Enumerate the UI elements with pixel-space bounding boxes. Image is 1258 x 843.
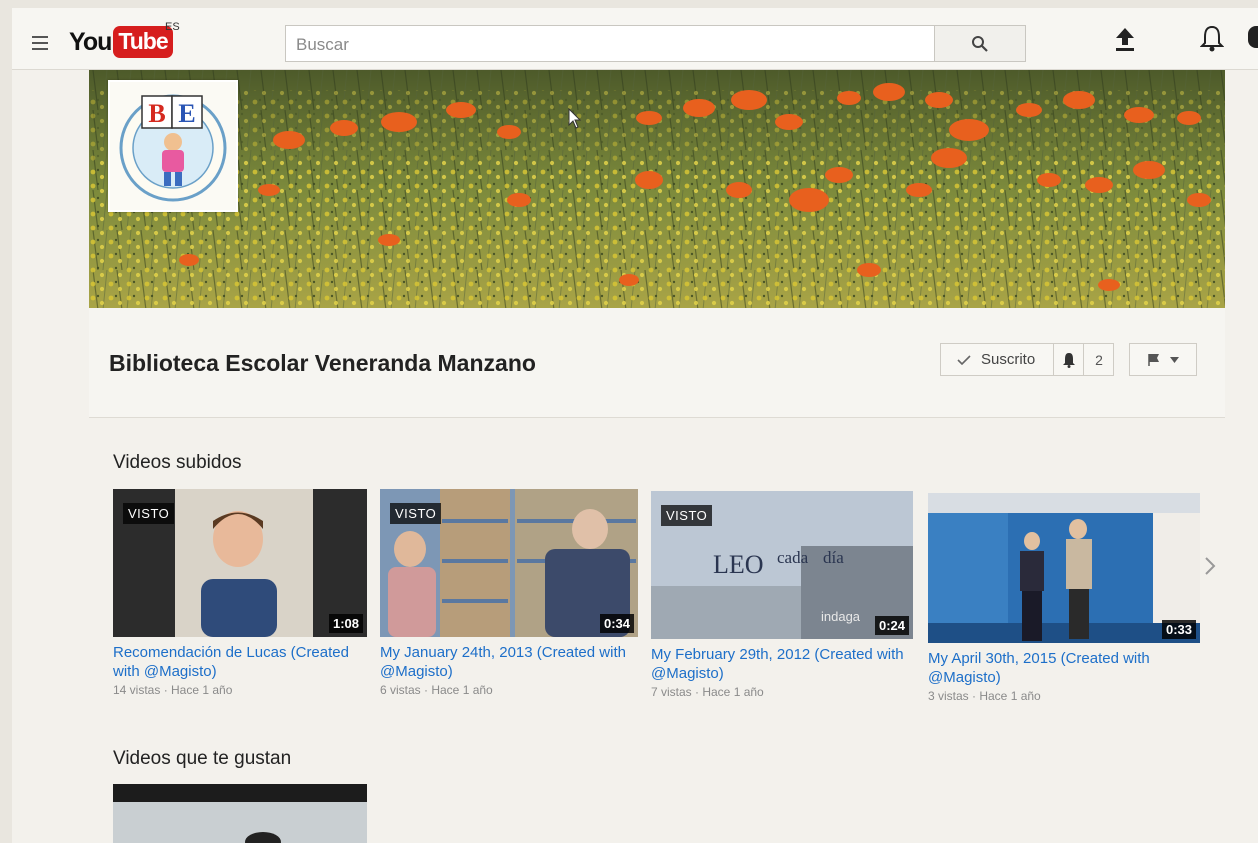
upload-icon[interactable] (1114, 26, 1136, 52)
watched-badge: VISTO (661, 505, 713, 526)
video-meta: 14 vistas · Hace 1 año (113, 683, 233, 697)
notification-count: 2 (1083, 344, 1114, 375)
video-duration: 0:24 (874, 616, 909, 635)
video-card[interactable]: VISTO 1:08 Recomendación de Lucas (Creat… (113, 489, 367, 697)
video-card[interactable]: 0:33 My April 30th, 2015 (Created with @… (928, 493, 1200, 703)
video-duration: 0:34 (599, 614, 634, 633)
video-duration: 0:33 (1161, 620, 1196, 639)
watched-badge: VISTO (390, 503, 442, 524)
video-thumbnail[interactable]: LEO cada día indaga VISTO 0:24 (651, 491, 913, 639)
svg-text:B: B (148, 99, 165, 128)
notification-bell-button[interactable] (1053, 344, 1083, 375)
video-meta: 6 vistas · Hace 1 año (380, 683, 493, 697)
search-input[interactable]: Buscar (285, 25, 935, 62)
check-icon (957, 354, 971, 365)
bell-icon[interactable] (1200, 23, 1224, 53)
video-thumbnail[interactable] (113, 784, 367, 843)
video-meta: 3 vistas · Hace 1 año (928, 689, 1041, 703)
video-card[interactable]: VISTO 0:34 My January 24th, 2013 (Create… (380, 489, 638, 697)
channel-title: Biblioteca Escolar Veneranda Manzano (109, 350, 536, 376)
thumb-text-leo: LEO (713, 550, 764, 579)
logo-you-text: You (69, 27, 112, 56)
channel-avatar[interactable]: B E (108, 80, 238, 212)
watched-badge: VISTO (123, 503, 175, 524)
logo-region: ES (165, 21, 180, 33)
video-thumbnail[interactable]: VISTO 0:34 (380, 489, 638, 637)
video-meta: 7 vistas · Hace 1 año (651, 685, 764, 699)
bell-filled-icon (1062, 352, 1075, 368)
flag-icon (1148, 353, 1159, 366)
masthead: You Tube ES Buscar (12, 8, 1258, 70)
video-title[interactable]: My February 29th, 2012 (Created with @Ma… (651, 645, 913, 683)
channel-banner (89, 70, 1225, 308)
uploads-heading: Videos subidos (113, 452, 242, 473)
video-card[interactable]: LEO cada día indaga VISTO 0:24 My Februa… (651, 491, 913, 699)
mouse-cursor-icon (568, 108, 582, 129)
video-thumbnail[interactable]: VISTO 1:08 (113, 489, 367, 637)
library-logo-icon: B E (119, 94, 227, 202)
subscribe-label: Suscrito (981, 351, 1036, 368)
menu-icon[interactable] (32, 36, 48, 50)
thumb-text-indaga: indaga (821, 609, 861, 624)
caret-down-icon (1170, 356, 1179, 363)
video-title[interactable]: My January 24th, 2013 (Created with @Mag… (380, 643, 638, 681)
thumb-text-dia: día (823, 548, 844, 567)
video-title[interactable]: Recomendación de Lucas (Created with @Ma… (113, 643, 367, 681)
logo-tube-text: Tube (113, 26, 173, 58)
thumb-text-cada: cada (777, 548, 809, 567)
account-avatar[interactable] (1248, 26, 1258, 48)
search-button[interactable] (934, 25, 1026, 62)
chevron-right-icon[interactable] (1204, 556, 1216, 576)
video-thumbnail[interactable]: 0:33 (928, 493, 1200, 643)
search-icon (972, 35, 988, 52)
video-title[interactable]: My April 30th, 2015 (Created with @Magis… (928, 649, 1200, 687)
video-duration: 1:08 (328, 614, 363, 633)
liked-heading: Videos que te gustan (113, 748, 292, 769)
browser-screen: You Tube ES Buscar B E Biblioteca Escola… (12, 8, 1258, 843)
youtube-logo[interactable]: You Tube ES (69, 21, 180, 60)
subscribe-button[interactable]: Suscrito 2 (940, 343, 1114, 376)
channel-header: Biblioteca Escolar Veneranda Manzano Sus… (89, 308, 1225, 418)
svg-text:E: E (178, 99, 195, 128)
flag-menu-button[interactable] (1129, 343, 1197, 376)
